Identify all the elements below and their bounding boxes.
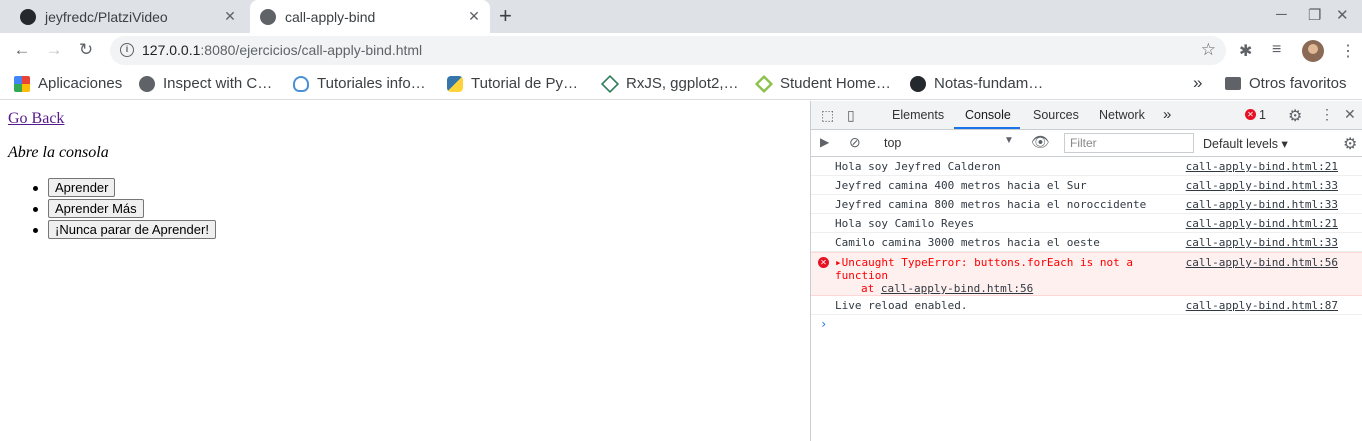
forward-button[interactable]: → [44,40,64,60]
console-settings-icon[interactable]: ⚙ [1343,134,1357,154]
console-message: Hola soy Jeyfred Calderon call-apply-bind… [811,157,1362,176]
button-list: Aprender Aprender Más ¡Nunca parar de Ap… [8,178,216,241]
tab-strip: jeyfredc/PlatziVideo ✕ call-apply-bind ✕… [0,0,1362,33]
source-link[interactable]: call-apply-bind.html:56 [1186,256,1338,269]
browser-chrome: jeyfredc/PlatziVideo ✕ call-apply-bind ✕… [0,0,1362,100]
bookmark-rxjs[interactable]: RxJS, ggplot2,… [600,74,739,93]
list-item: Aprender Más [8,199,216,220]
tab-sources[interactable]: Sources [1033,108,1079,122]
back-button[interactable]: ← [12,40,32,60]
close-tab-icon[interactable]: ✕ [222,8,238,24]
nunca-parar-button[interactable]: ¡Nunca parar de Aprender! [48,220,216,239]
source-link[interactable]: call-apply-bind.html:87 [1186,299,1338,312]
console-message: Jeyfred camina 400 metros hacia el Sur ca… [811,176,1362,195]
sidebar-toggle-icon[interactable]: ▶ [820,135,829,149]
prompt-chevron-icon: › [820,317,828,331]
aprender-button[interactable]: Aprender [48,178,116,197]
source-link[interactable]: call-apply-bind.html:33 [1186,198,1338,211]
menu-icon[interactable]: ⋮ [1340,41,1356,61]
close-tab-icon[interactable]: ✕ [466,8,482,24]
github-icon [910,75,926,92]
source-link[interactable]: call-apply-bind.html:21 [1186,160,1338,173]
bookmark-student-home[interactable]: Student Home… [754,74,891,93]
info-icon[interactable]: i [120,43,134,57]
filter-input[interactable]: Filter [1064,133,1194,153]
eye-icon[interactable]: 👁 [1031,133,1050,151]
other-bookmarks-folder[interactable]: Otros favoritos [1225,75,1347,92]
aprender-mas-button[interactable]: Aprender Más [48,199,144,218]
avatar[interactable] [1302,40,1324,62]
bookmark-inspect[interactable]: Inspect with C… [139,75,272,92]
clear-console-icon[interactable]: ⊘ [849,134,861,151]
error-icon: ✕ [1245,109,1256,120]
tab-network[interactable]: Network [1099,108,1145,122]
toolbar: ← → ↻ i 127.0.0.1:8080/ejercicios/call-a… [0,33,1362,68]
bulb-icon [293,75,309,92]
bookmark-tutoriales[interactable]: Tutoriales info… [293,75,426,92]
tab-title: call-apply-bind [285,8,376,25]
bookmark-star-icon[interactable]: ☆ [1201,40,1216,60]
github-icon [20,8,36,25]
active-tab-indicator [954,127,1020,129]
chevron-down-icon[interactable]: ▼ [1004,135,1014,146]
globe-icon [139,75,155,92]
minimize-button[interactable]: ─ [1276,6,1287,23]
console-error[interactable]: ✕ ▸Uncaught TypeError: buttons.forEach i… [811,252,1362,296]
more-tabs-button[interactable]: » [1163,106,1171,123]
tab-call-apply-bind[interactable]: call-apply-bind ✕ [250,0,490,33]
address-bar[interactable]: i 127.0.0.1:8080/ejercicios/call-apply-b… [110,36,1226,65]
console-message: Jeyfred camina 800 metros hacia el noroc… [811,195,1362,214]
apps-grid-icon [14,75,30,92]
settings-icon[interactable]: ⚙ [1288,106,1302,126]
restore-button[interactable]: ❐ [1308,6,1321,24]
inspect-element-icon[interactable]: ⬚ [821,107,834,124]
media-control-icon[interactable]: ≡ [1272,41,1281,59]
list-item: Aprender [8,178,216,199]
reload-button[interactable]: ↻ [76,40,96,60]
globe-icon [260,8,276,25]
console-message: Live reload enabled. call-apply-bind.html… [811,296,1362,315]
folder-icon [1225,77,1241,90]
error-count[interactable]: 1 [1259,108,1266,122]
page-content: Go Back Abre la consola Aprender Aprende… [0,101,810,441]
devtools-panel: ⬚ ▯ Elements Console Sources Network » ✕… [810,101,1362,441]
go-back-link[interactable]: Go Back [8,110,64,128]
page-subtitle: Abre la consola [8,144,109,161]
diamond-icon [600,74,620,93]
close-devtools-icon[interactable]: ✕ [1344,106,1356,123]
python-icon [447,75,463,92]
source-link[interactable]: call-apply-bind.html:21 [1186,217,1338,230]
context-select[interactable]: top [884,136,901,150]
url-text[interactable]: 127.0.0.1:8080/ejercicios/call-apply-bin… [142,42,422,58]
list-item: ¡Nunca parar de Aprender! [8,220,216,241]
console-prompt[interactable]: › [811,315,1362,334]
devtools-tabs: ⬚ ▯ Elements Console Sources Network » ✕… [811,101,1362,130]
console-message: Camilo camina 3000 metros hacia el oeste… [811,233,1362,252]
window-close-button[interactable]: ✕ [1336,6,1349,24]
console-toolbar: ▶ ⊘ top ▼ 👁 Filter Default levels ▾ ⚙ [811,130,1362,157]
tab-platzivideo[interactable]: jeyfredc/PlatziVideo ✕ [8,0,246,33]
student-icon [754,74,774,93]
new-tab-button[interactable]: + [499,5,512,27]
source-link[interactable]: call-apply-bind.html:33 [1186,236,1338,249]
kebab-menu-icon[interactable]: ⋮ [1320,106,1334,123]
more-bookmarks-button[interactable]: » [1193,73,1202,93]
bookmark-aplicaciones[interactable]: Aplicaciones [14,75,122,92]
levels-dropdown[interactable]: Default levels ▾ [1203,136,1288,151]
tab-title: jeyfredc/PlatziVideo [45,8,168,25]
stack-link[interactable]: call-apply-bind.html:56 [881,282,1033,295]
bookmarks-bar: Aplicaciones Inspect with C… Tutoriales … [0,68,1362,100]
tab-console[interactable]: Console [965,108,1011,122]
device-toolbar-icon[interactable]: ▯ [847,107,855,124]
error-icon: ✕ [818,257,829,268]
tab-elements[interactable]: Elements [892,108,944,122]
console-message: Hola soy Camilo Reyes call-apply-bind.htm… [811,214,1362,233]
bookmark-python[interactable]: Tutorial de Py… [447,75,578,92]
extensions-icon[interactable]: ✱ [1239,41,1252,61]
source-link[interactable]: call-apply-bind.html:33 [1186,179,1338,192]
console-messages: Hola soy Jeyfred Calderon call-apply-bind… [811,157,1362,334]
bookmark-notas[interactable]: Notas-fundam… [910,75,1043,92]
